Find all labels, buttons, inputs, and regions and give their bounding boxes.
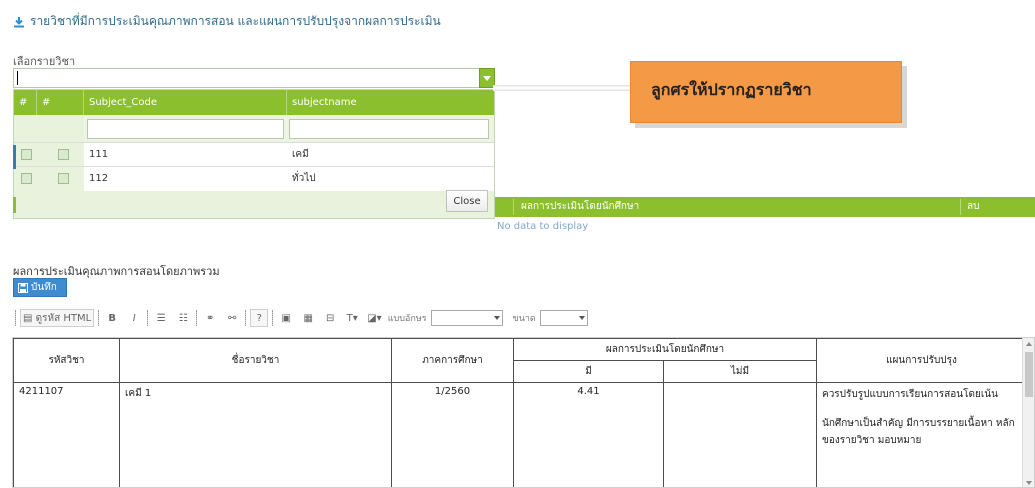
subject-code-cell: 111: [89, 149, 109, 160]
font-size-select[interactable]: [539, 310, 588, 326]
row-select-checkbox[interactable]: [21, 149, 32, 160]
scroll-down-icon[interactable]: [1026, 481, 1032, 485]
cell-code: 4211107: [13, 382, 120, 487]
background-color-icon[interactable]: ◪▾: [365, 309, 383, 327]
cell-none: [663, 382, 817, 487]
grid-edge-marker: [13, 197, 16, 213]
download-icon: [14, 16, 24, 27]
subject-code-filter-input[interactable]: [87, 119, 284, 139]
empty-grid-message: No data to display: [497, 221, 589, 232]
chevron-down-icon: [578, 316, 585, 320]
save-button[interactable]: บันทึก: [13, 278, 67, 297]
header-name: ชื่อรายวิชา: [119, 338, 392, 383]
cell-name: เคมี 1: [119, 382, 392, 487]
header-term: ภาคการศึกษา: [391, 338, 514, 383]
header-has: มี: [513, 360, 664, 383]
chevron-down-icon: [493, 316, 500, 320]
plan-paragraph: นักศึกษาเป็นสำคัญ มีการบรรยายเนื้อหา หลั…: [822, 418, 1015, 446]
table-row: 4211107 เคมี 1 1/2560 4.41 ควรปรับรูปแบบ…: [13, 382, 1027, 487]
header-plan: แผนการปรับปรุง: [816, 338, 1027, 383]
bold-icon[interactable]: B: [103, 309, 121, 327]
subject-code-cell: 112: [89, 173, 109, 184]
close-button[interactable]: Close: [446, 190, 488, 212]
filter-row: [84, 116, 494, 142]
list-item[interactable]: 112 ทั่วไป: [14, 166, 494, 191]
results-grid-header: ผลการประเมินโดยนักศึกษา ลบ: [495, 197, 1035, 217]
text-color-icon[interactable]: T▾: [343, 309, 361, 327]
table-icon[interactable]: ▦: [299, 309, 317, 327]
scroll-up-icon[interactable]: [1026, 342, 1032, 346]
column-header-select[interactable]: #: [14, 90, 37, 115]
chevron-down-icon: [483, 75, 491, 81]
link-icon[interactable]: ⚭: [201, 309, 219, 327]
bulleted-list-icon[interactable]: ☷: [174, 309, 192, 327]
help-icon[interactable]: ?: [250, 309, 269, 327]
vertical-scrollbar[interactable]: [1022, 338, 1034, 487]
save-button-label: บันทึก: [31, 282, 57, 293]
list-item[interactable]: 111 เคมี: [14, 142, 494, 167]
unlink-icon[interactable]: ⚯: [223, 309, 241, 327]
row-checkbox[interactable]: [58, 173, 69, 184]
column-header-subject-name[interactable]: subjectname: [287, 90, 496, 115]
grid-edge-marker: [13, 145, 16, 169]
plan-paragraph: ควรปรับรูปแบบการเรียนการสอนโดยเน้น: [822, 389, 998, 400]
row-select-checkbox[interactable]: [21, 173, 32, 184]
cell-term: 1/2560: [391, 382, 514, 487]
column-header-delete[interactable]: ลบ: [967, 197, 979, 217]
view-source-button[interactable]: ▤ ดูรหัส HTML: [20, 309, 95, 327]
row-checkbox[interactable]: [58, 149, 69, 160]
subject-name-cell: เคมี: [292, 149, 309, 160]
callout-connector: [493, 85, 630, 91]
floppy-disk-icon: [18, 282, 28, 293]
horizontal-rule-icon[interactable]: ⊟: [321, 309, 339, 327]
evaluation-table: รหัสวิชา ชื่อรายวิชา ภาคการศึกษา ผลการปร…: [13, 338, 1027, 487]
numbered-list-icon[interactable]: ☰: [152, 309, 170, 327]
rich-text-editor[interactable]: รหัสวิชา ชื่อรายวิชา ภาคการศึกษา ผลการปร…: [12, 337, 1035, 488]
header-evaluation: ผลการประเมินโดยนักศึกษา: [513, 338, 817, 361]
font-family-select[interactable]: [430, 310, 503, 326]
subject-combobox[interactable]: [13, 68, 495, 88]
dropdown-header: # # Subject_Code subjectname: [14, 90, 494, 115]
header-code: รหัสวิชา: [13, 338, 120, 383]
font-label: แบบอักษร: [387, 314, 427, 324]
page-title: รายวิชาที่มีการประเมินคุณภาพการสอน และแผ…: [13, 12, 441, 31]
subject-name-cell: ทั่วไป: [292, 173, 316, 184]
source-icon: ▤: [23, 312, 33, 324]
annotation-callout: ลูกศรให้ปรากฏรายวิชา: [630, 61, 902, 123]
cell-plan: ควรปรับรูปแบบการเรียนการสอนโดยเน้น นักศึ…: [816, 382, 1027, 487]
subject-dropdown-panel: # # Subject_Code subjectname 111 เคมี 11…: [13, 89, 495, 219]
column-header-subject-code[interactable]: Subject_Code: [84, 90, 287, 115]
column-header-evaluation[interactable]: ผลการประเมินโดยนักศึกษา: [521, 197, 639, 217]
cell-has: 4.41: [513, 382, 664, 487]
size-label: ขนาด: [512, 314, 536, 324]
column-header-check[interactable]: #: [37, 90, 84, 115]
italic-icon[interactable]: I: [125, 309, 143, 327]
header-none: ไม่มี: [663, 360, 817, 383]
text-cursor: [17, 71, 18, 85]
scrollbar-thumb[interactable]: [1025, 352, 1033, 397]
image-icon[interactable]: ▣: [277, 309, 295, 327]
subject-name-filter-input[interactable]: [289, 119, 489, 139]
editor-toolbar: ▤ ดูรหัส HTML B I ☰ ☷ ⚭ ⚯ ? ▣ ▦ ⊟ T▾ ◪▾ …: [13, 306, 1033, 330]
page-title-text: รายวิชาที่มีการประเมินคุณภาพการสอน และแผ…: [30, 14, 441, 28]
